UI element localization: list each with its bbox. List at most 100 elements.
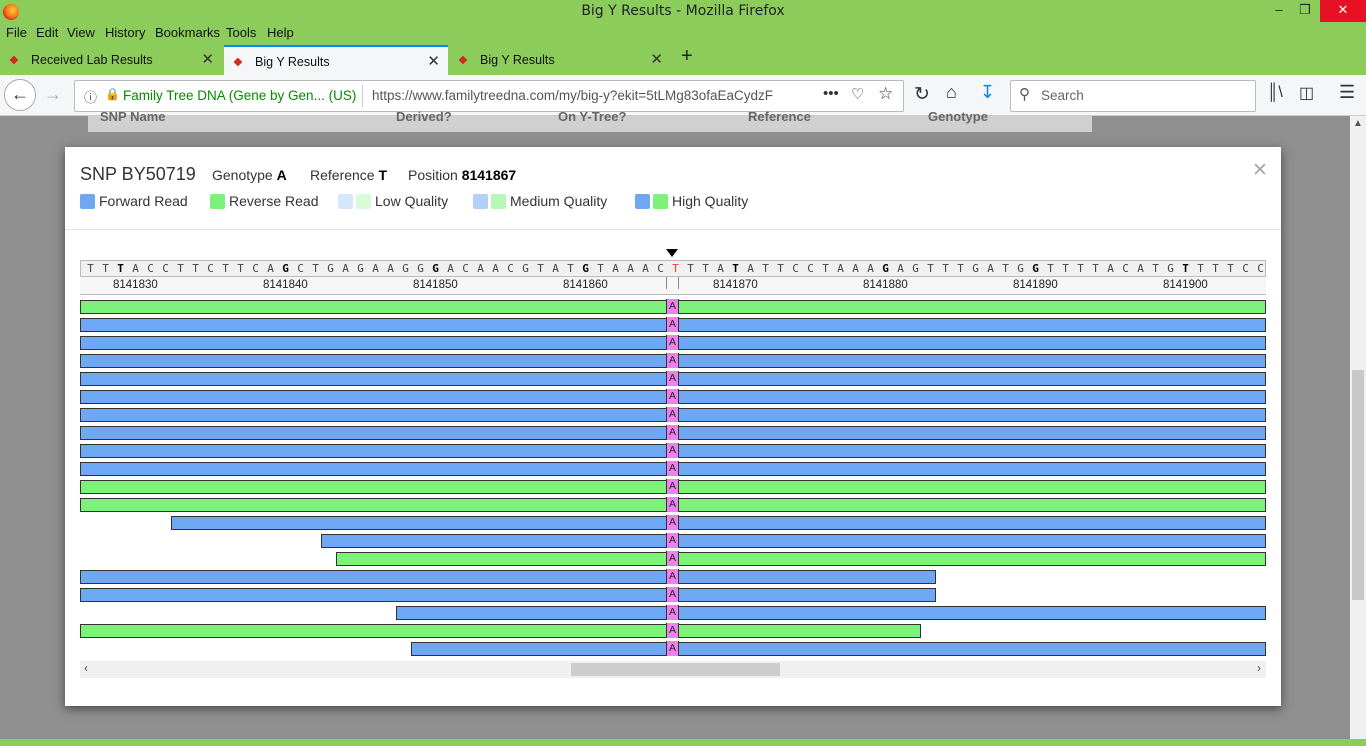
tab-big-y-results-active[interactable]: ❖ Big Y Results ✕ [224,45,448,75]
forward-read[interactable] [396,606,1266,620]
variant-base-call: A [666,479,679,494]
ruler-tick-label: 8141830 [113,279,158,291]
reference-base: A [852,262,859,275]
variant-base-call: A [666,443,679,458]
close-tab-icon[interactable]: ✕ [427,52,440,70]
variant-base-call: A [666,641,679,656]
close-tab-icon[interactable]: ✕ [650,50,663,68]
pocket-icon[interactable]: ♡ [851,85,864,103]
reference-value: T [378,167,388,183]
col-derived[interactable]: Derived? [396,109,452,124]
menu-file[interactable]: File [6,25,27,40]
reference-base: T [822,262,829,275]
page-scrollbar-thumb[interactable] [1352,370,1364,600]
maximize-button[interactable]: ❐ [1288,0,1322,22]
reference-base: T [1002,262,1009,275]
menu-help[interactable]: Help [267,25,294,40]
forward-read[interactable] [80,570,936,584]
variant-base-call: A [666,371,679,386]
reference-base: T [1182,262,1189,275]
page-actions-icon[interactable]: ••• [823,85,839,102]
variant-base-call: A [666,515,679,530]
col-snp-name[interactable]: SNP Name [100,109,166,124]
download-icon[interactable]: ↧ [980,82,995,103]
reference-base: A [642,262,649,275]
tab-received-lab-results[interactable]: ❖ Received Lab Results ✕ [0,45,222,75]
page-scrollbar[interactable]: ▲ [1350,116,1366,739]
url-text[interactable]: https://www.familytreedna.com/my/big-y?e… [372,88,792,103]
forward-read[interactable] [80,588,936,602]
reference-base: G [402,262,409,275]
info-icon[interactable]: ⓘ [84,87,97,106]
tab-big-y-results[interactable]: ❖ Big Y Results ✕ [449,45,671,75]
viewer-horizontal-scrollbar[interactable]: ‹ › [80,661,1266,678]
variant-column-guide [666,277,679,289]
reference-base: C [252,262,259,275]
col-reference[interactable]: Reference [748,109,811,124]
site-identity[interactable]: Family Tree DNA (Gene by Gen... (US) [123,88,356,103]
scroll-left-icon[interactable]: ‹ [84,661,88,675]
library-icon[interactable]: ║\ [1267,84,1283,102]
forward-read[interactable] [321,534,1266,548]
reverse-read[interactable] [80,624,921,638]
reload-icon[interactable]: ↻ [914,83,930,106]
close-window-button[interactable]: ✕ [1320,0,1366,22]
sidebar-icon[interactable]: ◫ [1299,83,1314,103]
scroll-up-icon[interactable]: ▲ [1353,118,1363,129]
window-title: Big Y Results - Mozilla Firefox [581,3,785,19]
reverse-read[interactable] [336,552,1266,566]
ruler-tick-label: 8141860 [563,279,608,291]
menu-bookmarks[interactable]: Bookmarks [155,25,220,40]
reference-base: T [222,262,229,275]
legend-label: Forward Read [99,193,188,209]
back-button[interactable]: ← [4,79,36,111]
reference-base: A [447,262,454,275]
menu-tools[interactable]: Tools [226,25,256,40]
variant-base-call: A [666,587,679,602]
bookmark-star-icon[interactable]: ☆ [878,84,893,104]
scroll-right-icon[interactable]: › [1257,661,1261,675]
menu-view[interactable]: View [67,25,95,40]
hamburger-menu-icon[interactable]: ☰ [1339,82,1355,103]
reference-base: T [1077,262,1084,275]
ruler-tick-label: 8141900 [1163,279,1208,291]
reads-area: AAAAAAAAAAAAAAAAAAAA [80,298,1266,660]
legend-medium-quality: Medium Quality [473,193,607,209]
col-on-y-tree[interactable]: On Y-Tree? [558,109,626,124]
navigation-bar: ← → ⓘ 🔒 Family Tree DNA (Gene by Gen... … [0,75,1366,116]
close-tab-icon[interactable]: ✕ [201,50,214,68]
reference-base: A [372,262,379,275]
variant-base-call: A [666,623,679,638]
forward-read[interactable] [411,642,1266,656]
title-bar: Big Y Results - Mozilla Firefox – ❐ ✕ [0,0,1366,24]
search-input[interactable]: ⚲ Search [1010,80,1256,112]
reference-sequence: TTTACCTTCTTCAGCTGAGAAGGGACAACGTATGTAAACT… [80,260,1266,277]
menu-edit[interactable]: Edit [36,25,58,40]
forward-button[interactable]: → [44,84,62,105]
reference-base: T [1197,262,1204,275]
address-bar[interactable]: ⓘ 🔒 Family Tree DNA (Gene by Gen... (US)… [74,80,904,112]
modal-close-button[interactable]: ✕ [1252,159,1268,182]
menu-history[interactable]: History [105,25,145,40]
divider [362,85,363,107]
col-genotype[interactable]: Genotype [928,109,988,124]
variant-base-call: A [666,389,679,404]
reference-base: C [207,262,214,275]
home-icon[interactable]: ⌂ [946,82,957,103]
ruler-tick-label: 8141840 [263,279,308,291]
variant-base-call: A [666,425,679,440]
reference-base: T [237,262,244,275]
reference-base: T [102,262,109,275]
reference-base: G [972,262,979,275]
reference-base: C [807,262,814,275]
reference-base: T [177,262,184,275]
reference-base: C [507,262,514,275]
dna-icon: ❖ [233,57,243,69]
forward-read[interactable] [171,516,1266,530]
os-taskbar [0,739,1366,746]
viewer-scrollbar-thumb[interactable] [571,663,780,676]
new-tab-button[interactable]: + [681,45,693,68]
genotype-info: Genotype A [212,167,287,183]
modal-header: SNP BY50719 Genotype A Reference T Posit… [65,147,1281,230]
reference-base-variant: T [672,262,679,275]
